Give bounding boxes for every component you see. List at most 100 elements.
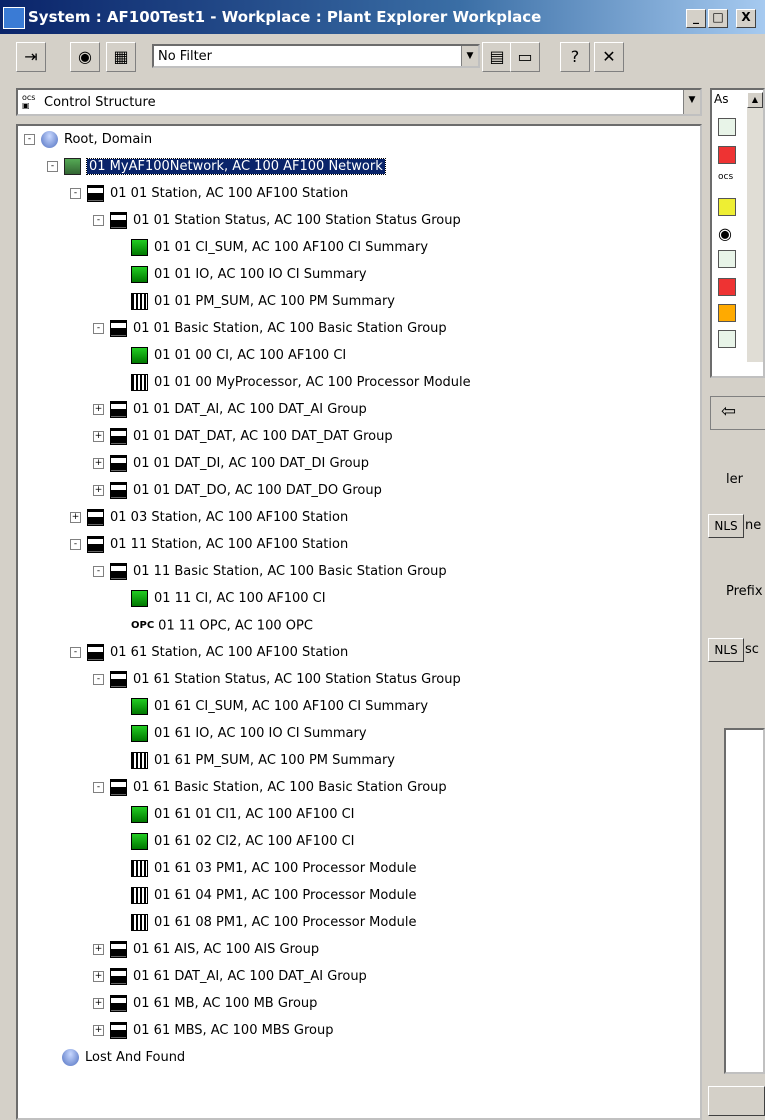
chevron-down-icon[interactable]: ▼ (461, 46, 478, 66)
tree-node[interactable]: 01 61 02 CI2, AC 100 AF100 CI (116, 832, 355, 852)
tree-node-label[interactable]: 01 61 Basic Station, AC 100 Basic Statio… (133, 780, 447, 795)
expand-icon[interactable]: + (93, 998, 104, 1009)
tree-node-label[interactable]: 01 61 03 PM1, AC 100 Processor Module (154, 861, 416, 876)
collapse-icon[interactable]: - (93, 566, 104, 577)
tree-node[interactable]: Lost And Found (47, 1048, 185, 1068)
collapse-icon[interactable]: - (47, 161, 58, 172)
description-textarea[interactable] (724, 728, 765, 1074)
tree-node-label[interactable]: 01 01 Station Status, AC 100 Station Sta… (133, 213, 461, 228)
tree-node[interactable]: +01 01 DAT_DO, AC 100 DAT_DO Group (93, 481, 382, 501)
tree-node[interactable]: +01 61 AIS, AC 100 AIS Group (93, 940, 319, 960)
expand-icon[interactable]: + (93, 404, 104, 415)
tree-node[interactable]: 01 61 04 PM1, AC 100 Processor Module (116, 886, 416, 906)
tree-node-label[interactable]: 01 61 01 CI1, AC 100 AF100 CI (154, 807, 355, 822)
tree-node-label[interactable]: 01 61 Station, AC 100 AF100 Station (110, 645, 348, 660)
collapse-icon[interactable]: - (24, 134, 35, 145)
expand-icon[interactable]: + (70, 512, 81, 523)
tree-node[interactable]: +01 03 Station, AC 100 AF100 Station (70, 508, 348, 528)
tree-node[interactable]: 01 61 CI_SUM, AC 100 AF100 CI Summary (116, 697, 428, 717)
eye-icon[interactable]: ◉ (718, 224, 734, 243)
document-icon[interactable] (718, 118, 736, 136)
tree-node-label[interactable]: 01 61 AIS, AC 100 AIS Group (133, 942, 319, 957)
tree-node[interactable]: 01 01 IO, AC 100 IO CI Summary (116, 265, 367, 285)
scroll-up-icon[interactable]: ▲ (747, 92, 763, 108)
document-icon[interactable] (718, 330, 736, 348)
tree-node-label[interactable]: 01 01 IO, AC 100 IO CI Summary (154, 267, 367, 282)
tree-node[interactable]: - 01 01 Basic Station, AC 100 Basic Stati… (93, 319, 447, 339)
tree-node-label[interactable]: 01 61 04 PM1, AC 100 Processor Module (154, 888, 416, 903)
collapse-icon[interactable]: - (93, 323, 104, 334)
tree-node-label[interactable]: 01 01 PM_SUM, AC 100 PM Summary (154, 294, 395, 309)
list-view-icon[interactable]: ▤ (482, 42, 512, 72)
tree-node-label[interactable]: 01 MyAF100Network, AC 100 AF100 Network (86, 158, 386, 175)
tree-node-label[interactable]: 01 01 00 CI, AC 100 AF100 CI (154, 348, 346, 363)
tree-node-label[interactable]: 01 11 Station, AC 100 AF100 Station (110, 537, 348, 552)
expand-icon[interactable]: + (93, 971, 104, 982)
tag-icon[interactable] (718, 198, 736, 216)
tree-node-label[interactable]: 01 01 DAT_AI, AC 100 DAT_AI Group (133, 402, 367, 417)
warning-icon[interactable] (718, 304, 736, 322)
expand-icon[interactable]: + (93, 431, 104, 442)
document-icon[interactable] (718, 250, 736, 268)
tree-node[interactable]: - 01 01 Station, AC 100 AF100 Station (70, 184, 348, 204)
tree-node[interactable]: +01 01 DAT_DI, AC 100 DAT_DI Group (93, 454, 369, 474)
tree-node-label[interactable]: 01 61 MBS, AC 100 MBS Group (133, 1023, 333, 1038)
tree-node[interactable]: 01 01 00 CI, AC 100 AF100 CI (116, 346, 346, 366)
filter-select[interactable]: No Filter ▼ (152, 44, 480, 68)
tree-node-label[interactable]: 01 11 Basic Station, AC 100 Basic Statio… (133, 564, 447, 579)
tree-node-label[interactable]: 01 61 DAT_AI, AC 100 DAT_AI Group (133, 969, 367, 984)
tree-node[interactable]: 01 01 CI_SUM, AC 100 AF100 CI Summary (116, 238, 428, 258)
exit-icon[interactable]: ⇥ (16, 42, 46, 72)
tree-node[interactable]: - 01 61 Basic Station, AC 100 Basic Stati… (93, 778, 447, 798)
help-icon[interactable]: ? (560, 42, 590, 72)
tree-node[interactable]: +01 61 MBS, AC 100 MBS Group (93, 1021, 333, 1041)
tree-node-label[interactable]: 01 61 02 CI2, AC 100 AF100 CI (154, 834, 355, 849)
tree-node[interactable]: 01 61 IO, AC 100 IO CI Summary (116, 724, 367, 744)
tree-node[interactable]: +01 01 DAT_AI, AC 100 DAT_AI Group (93, 400, 367, 420)
expand-icon[interactable]: + (93, 485, 104, 496)
tree-node[interactable]: - 01 61 Station Status, AC 100 Station St… (93, 670, 461, 690)
tree-node-label[interactable]: 01 61 IO, AC 100 IO CI Summary (154, 726, 367, 741)
tree-node-label[interactable]: 01 01 Station, AC 100 AF100 Station (110, 186, 348, 201)
tree-node-label[interactable]: 01 01 DAT_DAT, AC 100 DAT_DAT Group (133, 429, 393, 444)
back-arrow-icon[interactable]: ⇦ (721, 401, 736, 422)
tree-node-label[interactable]: 01 61 MB, AC 100 MB Group (133, 996, 317, 1011)
tree-node[interactable]: +01 61 MB, AC 100 MB Group (93, 994, 317, 1014)
aspect-column-header[interactable]: As (714, 92, 728, 106)
chevron-down-icon[interactable]: ▼ (683, 90, 700, 114)
tree-node-label[interactable]: 01 61 Station Status, AC 100 Station Sta… (133, 672, 461, 687)
tree-node-label[interactable]: 01 01 DAT_DI, AC 100 DAT_DI Group (133, 456, 369, 471)
tree-node-label[interactable]: 01 01 Basic Station, AC 100 Basic Statio… (133, 321, 447, 336)
tree-node[interactable]: - Root, Domain (24, 130, 152, 150)
tree-node[interactable]: - 01 61 Station, AC 100 AF100 Station (70, 643, 348, 663)
nls-button-1[interactable]: NLS (708, 514, 744, 538)
tree-node[interactable]: - 01 11 Station, AC 100 AF100 Station (70, 535, 348, 555)
tree-node[interactable]: 01 61 08 PM1, AC 100 Processor Module (116, 913, 416, 933)
grid-filter-icon[interactable]: ▦ (106, 42, 136, 72)
tree-node[interactable]: +01 01 DAT_DAT, AC 100 DAT_DAT Group (93, 427, 393, 447)
tree-node-label[interactable]: 01 61 CI_SUM, AC 100 AF100 CI Summary (154, 699, 428, 714)
maximize-button[interactable]: □ (708, 9, 728, 28)
close-button[interactable]: X (736, 9, 756, 28)
expand-icon[interactable]: + (93, 1025, 104, 1036)
nls-button-2[interactable]: NLS (708, 638, 744, 662)
tree-node-label[interactable]: 01 01 CI_SUM, AC 100 AF100 CI Summary (154, 240, 428, 255)
minimize-button[interactable]: _ (686, 9, 706, 28)
tree-node[interactable]: 01 11 CI, AC 100 AF100 CI (116, 589, 326, 609)
collapse-icon[interactable]: - (70, 647, 81, 658)
collapse-icon[interactable]: - (70, 539, 81, 550)
control-structure-icon[interactable]: ocs (718, 172, 734, 188)
tree-node[interactable]: - 01 MyAF100Network, AC 100 AF100 Network (47, 157, 386, 177)
tree-node-label[interactable]: 01 03 Station, AC 100 AF100 Station (110, 510, 348, 525)
globe-icon[interactable]: ◉ (70, 42, 100, 72)
tree-node[interactable]: +01 61 DAT_AI, AC 100 DAT_AI Group (93, 967, 367, 987)
list-icon[interactable] (718, 146, 736, 164)
tree-node[interactable]: 01 61 01 CI1, AC 100 AF100 CI (116, 805, 355, 825)
tree-node[interactable]: 01 61 03 PM1, AC 100 Processor Module (116, 859, 416, 879)
tree-node-label[interactable]: 01 01 DAT_DO, AC 100 DAT_DO Group (133, 483, 382, 498)
tree-node-label[interactable]: Root, Domain (64, 132, 152, 147)
tree-node-label[interactable]: Lost And Found (85, 1050, 185, 1065)
expand-icon[interactable]: + (93, 458, 104, 469)
aspect-scrollbar[interactable]: ▲ (747, 92, 763, 362)
tree-node-label[interactable]: 01 11 CI, AC 100 AF100 CI (154, 591, 326, 606)
